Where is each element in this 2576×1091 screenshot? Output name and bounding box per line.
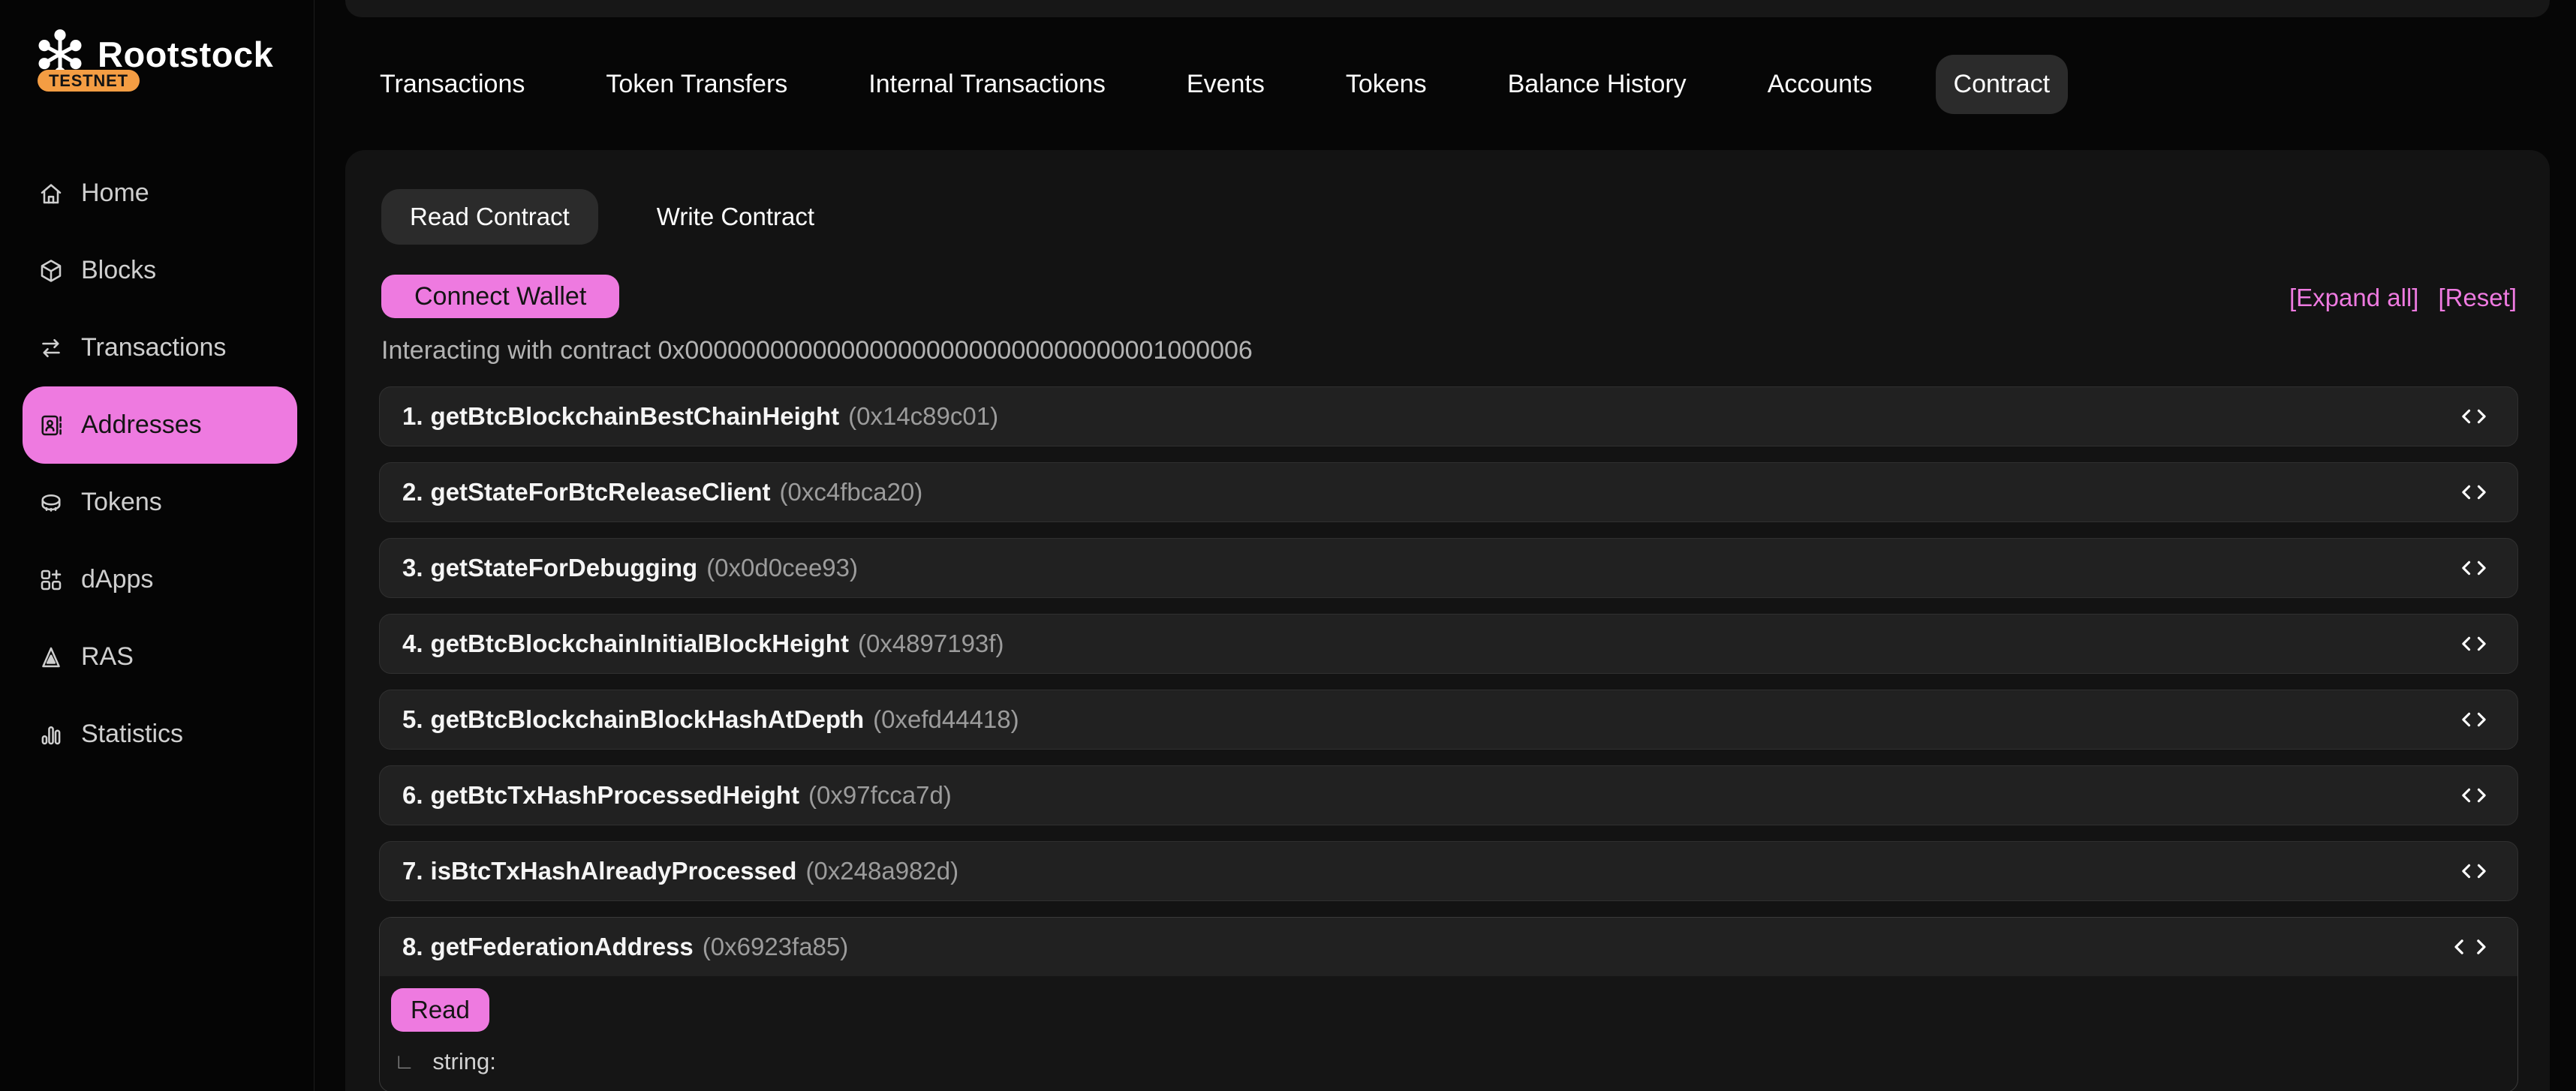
sidebar-item-label: Transactions	[81, 333, 226, 362]
read-button[interactable]: Read	[391, 988, 489, 1032]
function-row-7[interactable]: 7. isBtcTxHashAlreadyProcessed (0x248a98…	[379, 841, 2518, 901]
contract-panel: Read Contract Write Contract Connect Wal…	[345, 150, 2550, 1091]
code-icon[interactable]	[2460, 561, 2487, 576]
sidebar-item-statistics[interactable]: Statistics	[23, 696, 297, 773]
code-icon[interactable]	[2460, 712, 2487, 727]
sidebar-item-dapps[interactable]: dApps	[23, 541, 297, 618]
bar-chart-icon	[38, 721, 65, 748]
function-number: 3.	[402, 554, 423, 582]
expand-all-link[interactable]: [Expand all]	[2289, 284, 2418, 312]
tab-transactions[interactable]: Transactions	[362, 55, 543, 114]
sidebar-item-label: Home	[81, 179, 149, 208]
function-selector: (0xefd44418)	[873, 705, 1019, 734]
testnet-badge: TESTNET	[38, 70, 140, 92]
function-detail: Read ∟ string:	[380, 976, 2517, 1091]
cube-icon	[38, 257, 65, 284]
address-tabbar: Transactions Token Transfers Internal Tr…	[362, 54, 2068, 114]
page: Rootstock TESTNET Home Blocks Transacti	[0, 0, 2576, 1091]
function-name: getBtcBlockchainBlockHashAtDepth	[431, 705, 865, 734]
function-list: 1. getBtcBlockchainBestChainHeight (0x14…	[379, 386, 2518, 1091]
tab-tokens[interactable]: Tokens	[1328, 55, 1445, 114]
code-icon[interactable]	[2460, 864, 2487, 879]
tab-balance-history[interactable]: Balance History	[1490, 55, 1705, 114]
function-row-1[interactable]: 1. getBtcBlockchainBestChainHeight (0x14…	[379, 386, 2518, 446]
function-number: 1.	[402, 402, 423, 431]
contract-subtabs: Read Contract Write Contract	[381, 189, 843, 245]
sidebar-item-label: dApps	[81, 565, 153, 594]
list-controls: [Expand all] [Reset]	[2289, 284, 2517, 312]
sidebar-item-label: Addresses	[81, 410, 202, 440]
function-row-4[interactable]: 4. getBtcBlockchainInitialBlockHeight (0…	[379, 614, 2518, 674]
sidebar-item-transactions[interactable]: Transactions	[23, 309, 297, 386]
sidebar-item-label: Tokens	[81, 488, 162, 517]
sidebar-item-home[interactable]: Home	[23, 155, 297, 232]
output-type-label: string:	[432, 1048, 495, 1075]
function-number: 8.	[402, 933, 423, 961]
function-row-3[interactable]: 3. getStateForDebugging (0x0d0cee93)	[379, 538, 2518, 598]
tab-read-contract[interactable]: Read Contract	[381, 189, 598, 245]
function-selector: (0x0d0cee93)	[706, 554, 858, 582]
function-row-2[interactable]: 2. getStateForBtcReleaseClient (0xc4fbca…	[379, 462, 2518, 522]
grid-plus-icon	[38, 567, 65, 594]
function-selector: (0x97fcca7d)	[808, 781, 952, 810]
function-selector: (0x248a982d)	[805, 857, 958, 885]
coin-icon	[38, 489, 65, 516]
swap-arrows-icon	[38, 335, 65, 362]
function-row-5[interactable]: 5. getBtcBlockchainBlockHashAtDepth (0xe…	[379, 690, 2518, 750]
function-name: getStateForBtcReleaseClient	[431, 478, 771, 506]
sidebar-item-tokens[interactable]: Tokens	[23, 464, 297, 541]
sidebar: Rootstock TESTNET Home Blocks Transacti	[0, 0, 314, 1091]
function-number: 6.	[402, 781, 423, 810]
sidebar-item-label: Blocks	[81, 256, 156, 285]
sidebar-nav: Home Blocks Transactions	[23, 155, 297, 773]
code-icon[interactable]	[2460, 409, 2487, 424]
previous-card-edge	[345, 0, 2550, 17]
tab-write-contract[interactable]: Write Contract	[628, 189, 843, 245]
function-name: getBtcBlockchainBestChainHeight	[431, 402, 840, 431]
interacting-note: Interacting with contract 0x000000000000…	[381, 336, 1253, 365]
function-row-8-expanded: 8. getFederationAddress (0x6923fa85) Rea…	[379, 917, 2518, 1091]
sidebar-item-label: Statistics	[81, 720, 183, 749]
output-line: ∟ string:	[391, 1048, 2495, 1081]
contract-address: 0x00000000000000000000000000000000010000…	[658, 336, 1253, 365]
code-icon[interactable]	[2453, 939, 2487, 954]
interacting-prefix: Interacting with contract	[381, 336, 651, 365]
sidebar-item-addresses[interactable]: Addresses	[23, 386, 297, 464]
code-icon[interactable]	[2460, 788, 2487, 803]
code-icon[interactable]	[2460, 636, 2487, 651]
function-number: 7.	[402, 857, 423, 885]
function-row-6[interactable]: 6. getBtcTxHashProcessedHeight (0x97fcca…	[379, 765, 2518, 825]
sidebar-item-blocks[interactable]: Blocks	[23, 232, 297, 309]
sidebar-item-label: RAS	[81, 642, 134, 672]
sidebar-item-ras[interactable]: RAS	[23, 618, 297, 696]
contact-card-icon	[38, 412, 65, 439]
reset-link[interactable]: [Reset]	[2438, 284, 2517, 312]
function-number: 2.	[402, 478, 423, 506]
function-name: getStateForDebugging	[431, 554, 698, 582]
code-icon[interactable]	[2460, 485, 2487, 500]
tab-token-transfers[interactable]: Token Transfers	[588, 55, 805, 114]
tab-internal-transactions[interactable]: Internal Transactions	[850, 55, 1124, 114]
tab-accounts[interactable]: Accounts	[1750, 55, 1891, 114]
tab-contract[interactable]: Contract	[1936, 55, 2069, 114]
function-selector: (0x14c89c01)	[848, 402, 998, 431]
function-name: getBtcBlockchainInitialBlockHeight	[431, 630, 849, 658]
function-name: getFederationAddress	[431, 933, 694, 961]
return-symbol: ∟	[394, 1050, 414, 1074]
function-selector: (0x4897193f)	[858, 630, 1004, 658]
function-number: 5.	[402, 705, 423, 734]
function-selector: (0xc4fbca20)	[780, 478, 923, 506]
function-name: getBtcTxHashProcessedHeight	[431, 781, 799, 810]
function-row-8[interactable]: 8. getFederationAddress (0x6923fa85)	[380, 918, 2517, 976]
tab-events[interactable]: Events	[1169, 55, 1283, 114]
function-name: isBtcTxHashAlreadyProcessed	[431, 857, 797, 885]
brand-name: Rootstock	[98, 34, 273, 75]
connect-wallet-button[interactable]: Connect Wallet	[381, 275, 619, 318]
function-selector: (0x6923fa85)	[703, 933, 848, 961]
triangle-icon	[38, 644, 65, 671]
function-number: 4.	[402, 630, 423, 658]
home-icon	[38, 180, 65, 207]
